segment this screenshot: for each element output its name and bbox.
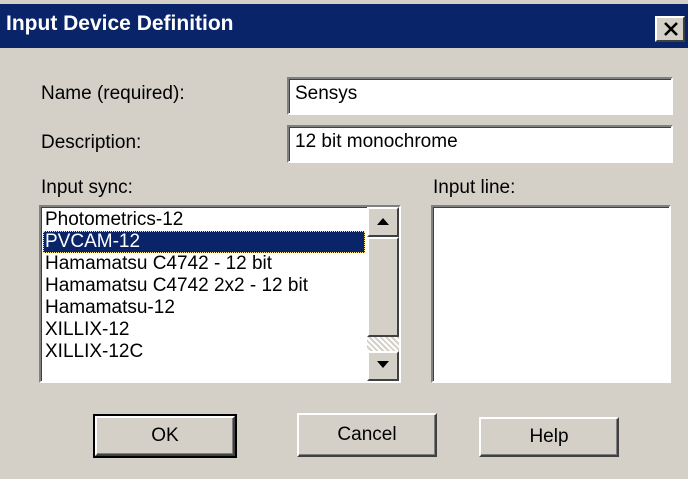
help-button[interactable]: Help	[479, 417, 619, 457]
arrow-down-icon	[377, 361, 389, 368]
input-sync-label: Input sync:	[41, 177, 133, 198]
input-sync-listbox[interactable]: Photometrics-12 PVCAM-12 Hamamatsu C4742…	[39, 205, 401, 383]
list-item[interactable]: Hamamatsu C4742 - 12 bit	[43, 253, 365, 275]
list-item[interactable]: Hamamatsu-12	[43, 297, 365, 319]
list-item[interactable]: XILLIX-12C	[43, 341, 365, 363]
name-label: Name (required):	[41, 83, 185, 104]
title-bar[interactable]: Input Device Definition	[0, 4, 688, 48]
description-label: Description:	[41, 132, 142, 153]
scroll-down-button[interactable]	[367, 351, 399, 381]
scroll-thumb[interactable]	[367, 237, 399, 337]
arrow-up-icon	[377, 218, 389, 225]
scroll-up-button[interactable]	[367, 207, 399, 237]
ok-button[interactable]: OK	[93, 414, 237, 458]
list-item-selected[interactable]: PVCAM-12	[43, 231, 365, 253]
input-sync-scrollbar[interactable]	[367, 207, 399, 381]
name-field[interactable]: Sensys	[287, 77, 673, 115]
input-device-definition-dialog: Input Device Definition Name (required):…	[0, 0, 688, 479]
description-field[interactable]: 12 bit monochrome	[287, 125, 673, 163]
close-button[interactable]	[655, 16, 685, 42]
cancel-button[interactable]: Cancel	[297, 413, 437, 457]
close-icon	[664, 22, 678, 36]
input-line-listbox[interactable]	[431, 205, 671, 383]
window-title: Input Device Definition	[6, 12, 234, 35]
list-item[interactable]: XILLIX-12	[43, 319, 365, 341]
input-line-label: Input line:	[433, 177, 516, 198]
list-item[interactable]: Hamamatsu C4742 2x2 - 12 bit	[43, 275, 365, 297]
list-item[interactable]: Photometrics-12	[43, 209, 365, 231]
input-sync-list: Photometrics-12 PVCAM-12 Hamamatsu C4742…	[43, 209, 365, 363]
